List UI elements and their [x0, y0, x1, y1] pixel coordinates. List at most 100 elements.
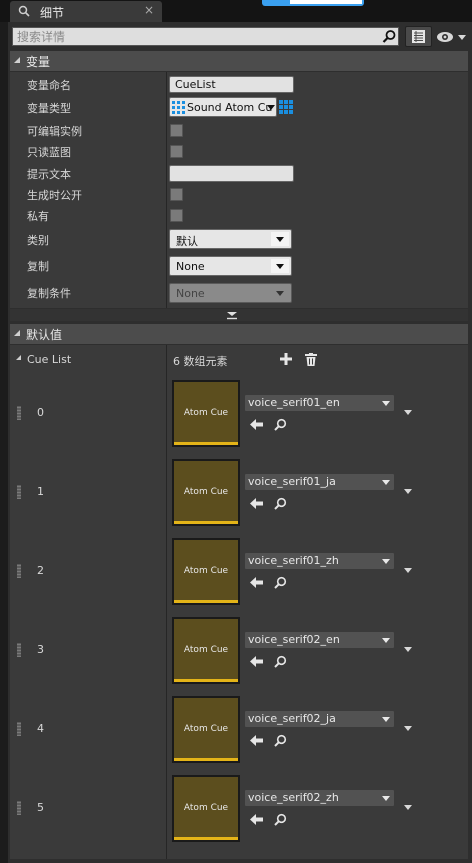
label-replication: 复制	[27, 260, 49, 273]
asset-name: voice_serif01_ja	[248, 475, 336, 488]
label-category: 类别	[27, 234, 49, 247]
use-selected-asset-icon[interactable]	[250, 418, 263, 431]
tab-details[interactable]: 细节 ×	[10, 1, 162, 22]
element-options-chevron-icon[interactable]	[404, 726, 412, 731]
element-index: 5	[37, 801, 44, 814]
section-default-value-label: 默认值	[26, 328, 63, 342]
element-options-chevron-icon[interactable]	[404, 410, 412, 415]
chevron-down-icon[interactable]	[271, 232, 289, 246]
search-icon[interactable]	[382, 29, 397, 44]
browse-asset-search-icon[interactable]	[274, 497, 287, 510]
asset-type-color-bar	[174, 679, 238, 682]
asset-picker-combo[interactable]: voice_serif02_ja	[244, 710, 395, 728]
asset-type-color-bar	[174, 837, 238, 840]
chevron-down-icon	[382, 480, 390, 485]
asset-name: voice_serif02_zh	[248, 791, 339, 804]
search-box[interactable]	[12, 27, 399, 46]
advanced-expander[interactable]	[10, 309, 468, 321]
drag-handle-icon[interactable]	[17, 722, 21, 736]
trash-icon[interactable]	[305, 353, 317, 366]
asset-type-color-bar	[174, 521, 238, 524]
asset-picker-combo[interactable]: voice_serif01_zh	[244, 552, 395, 570]
thumbnail-image: Atom Cue	[174, 540, 238, 600]
blueprint-readonly-checkbox[interactable]	[170, 145, 183, 158]
asset-thumbnail[interactable]: Atom Cue	[172, 380, 240, 447]
element-options-chevron-icon[interactable]	[404, 805, 412, 810]
element-index: 1	[37, 485, 44, 498]
thumbnail-image: Atom Cue	[174, 698, 238, 758]
asset-thumbnail[interactable]: Atom Cue	[172, 617, 240, 684]
expand-advanced-icon	[227, 312, 237, 320]
browse-asset-search-icon[interactable]	[274, 813, 287, 826]
element-options-chevron-icon[interactable]	[404, 568, 412, 573]
asset-thumbnail[interactable]: Atom Cue	[172, 696, 240, 763]
chevron-down-icon	[382, 559, 390, 564]
label-blueprint-readonly: 只读蓝图	[27, 146, 71, 159]
asset-thumbnail[interactable]: Atom Cue	[172, 775, 240, 842]
drag-handle-icon[interactable]	[17, 485, 21, 499]
use-selected-asset-icon[interactable]	[250, 813, 263, 826]
use-selected-asset-icon[interactable]	[250, 734, 263, 747]
property-matrix-button[interactable]	[405, 26, 432, 47]
private-checkbox[interactable]	[170, 209, 183, 222]
element-options-chevron-icon[interactable]	[404, 489, 412, 494]
add-element-icon[interactable]	[280, 353, 292, 365]
thumbnail-label: Atom Cue	[183, 724, 229, 734]
asset-type-color-bar	[174, 442, 238, 445]
thumbnail-label: Atom Cue	[183, 645, 229, 655]
expose-on-spawn-checkbox[interactable]	[170, 188, 183, 201]
browse-asset-search-icon[interactable]	[274, 576, 287, 589]
instance-editable-checkbox[interactable]	[170, 124, 183, 137]
use-selected-asset-icon[interactable]	[250, 655, 263, 668]
thumbnail-label: Atom Cue	[183, 566, 229, 576]
array-collapse-arrow-icon[interactable]	[16, 355, 21, 360]
chevron-down-icon	[271, 259, 289, 273]
replication-dropdown[interactable]: None	[169, 256, 292, 276]
drag-handle-icon[interactable]	[17, 406, 21, 420]
label-variable-name: 变量命名	[27, 79, 71, 92]
variable-name-input[interactable]: CueList	[169, 76, 294, 93]
category-combo[interactable]: 默认	[169, 229, 292, 249]
element-options-chevron-icon[interactable]	[404, 647, 412, 652]
label-expose-on-spawn: 生成时公开	[27, 189, 82, 202]
chevron-down-icon	[382, 638, 390, 643]
drag-handle-icon[interactable]	[17, 801, 21, 815]
chevron-down-icon	[382, 717, 390, 722]
chevron-down-icon	[267, 105, 275, 110]
asset-picker-combo[interactable]: voice_serif01_ja	[244, 473, 395, 491]
column-splitter[interactable]	[166, 345, 167, 859]
asset-picker-combo[interactable]: voice_serif01_en	[244, 394, 395, 412]
browse-asset-search-icon[interactable]	[274, 734, 287, 747]
tab-title: 细节	[40, 6, 65, 20]
thumbnail-image: Atom Cue	[174, 461, 238, 521]
label-instance-editable: 可编辑实例	[27, 125, 82, 138]
section-default-value-header[interactable]: 默认值	[10, 324, 468, 344]
replication-value: None	[176, 260, 205, 273]
browse-asset-search-icon[interactable]	[274, 418, 287, 431]
section-variable-header[interactable]: 变量	[10, 51, 468, 71]
category-value: 默认	[176, 235, 198, 248]
asset-thumbnail[interactable]: Atom Cue	[172, 538, 240, 605]
column-splitter[interactable]	[166, 72, 167, 308]
view-options-eye-icon[interactable]	[436, 28, 468, 46]
close-icon[interactable]: ×	[144, 3, 154, 17]
tooltip-input[interactable]	[169, 165, 294, 182]
use-selected-asset-icon[interactable]	[250, 497, 263, 510]
asset-thumbnail[interactable]: Atom Cue	[172, 459, 240, 526]
asset-picker-combo[interactable]: voice_serif02_zh	[244, 789, 395, 807]
drag-handle-icon[interactable]	[17, 564, 21, 578]
drag-handle-icon[interactable]	[17, 643, 21, 657]
search-input[interactable]	[17, 29, 372, 44]
asset-name: voice_serif02_en	[248, 633, 340, 646]
label-variable-type: 变量类型	[27, 102, 71, 115]
use-selected-asset-icon[interactable]	[250, 576, 263, 589]
asset-picker-combo[interactable]: voice_serif02_en	[244, 631, 395, 649]
label-tooltip: 提示文本	[27, 168, 71, 181]
asset-name: voice_serif01_en	[248, 396, 340, 409]
variable-type-dropdown[interactable]: Sound Atom Cu	[169, 97, 277, 117]
container-type-array-icon[interactable]	[279, 100, 293, 114]
label-replication-condition: 复制条件	[27, 287, 71, 300]
asset-name: voice_serif01_zh	[248, 554, 339, 567]
browse-asset-search-icon[interactable]	[274, 655, 287, 668]
variable-type-value: Sound Atom Cu	[187, 101, 273, 114]
